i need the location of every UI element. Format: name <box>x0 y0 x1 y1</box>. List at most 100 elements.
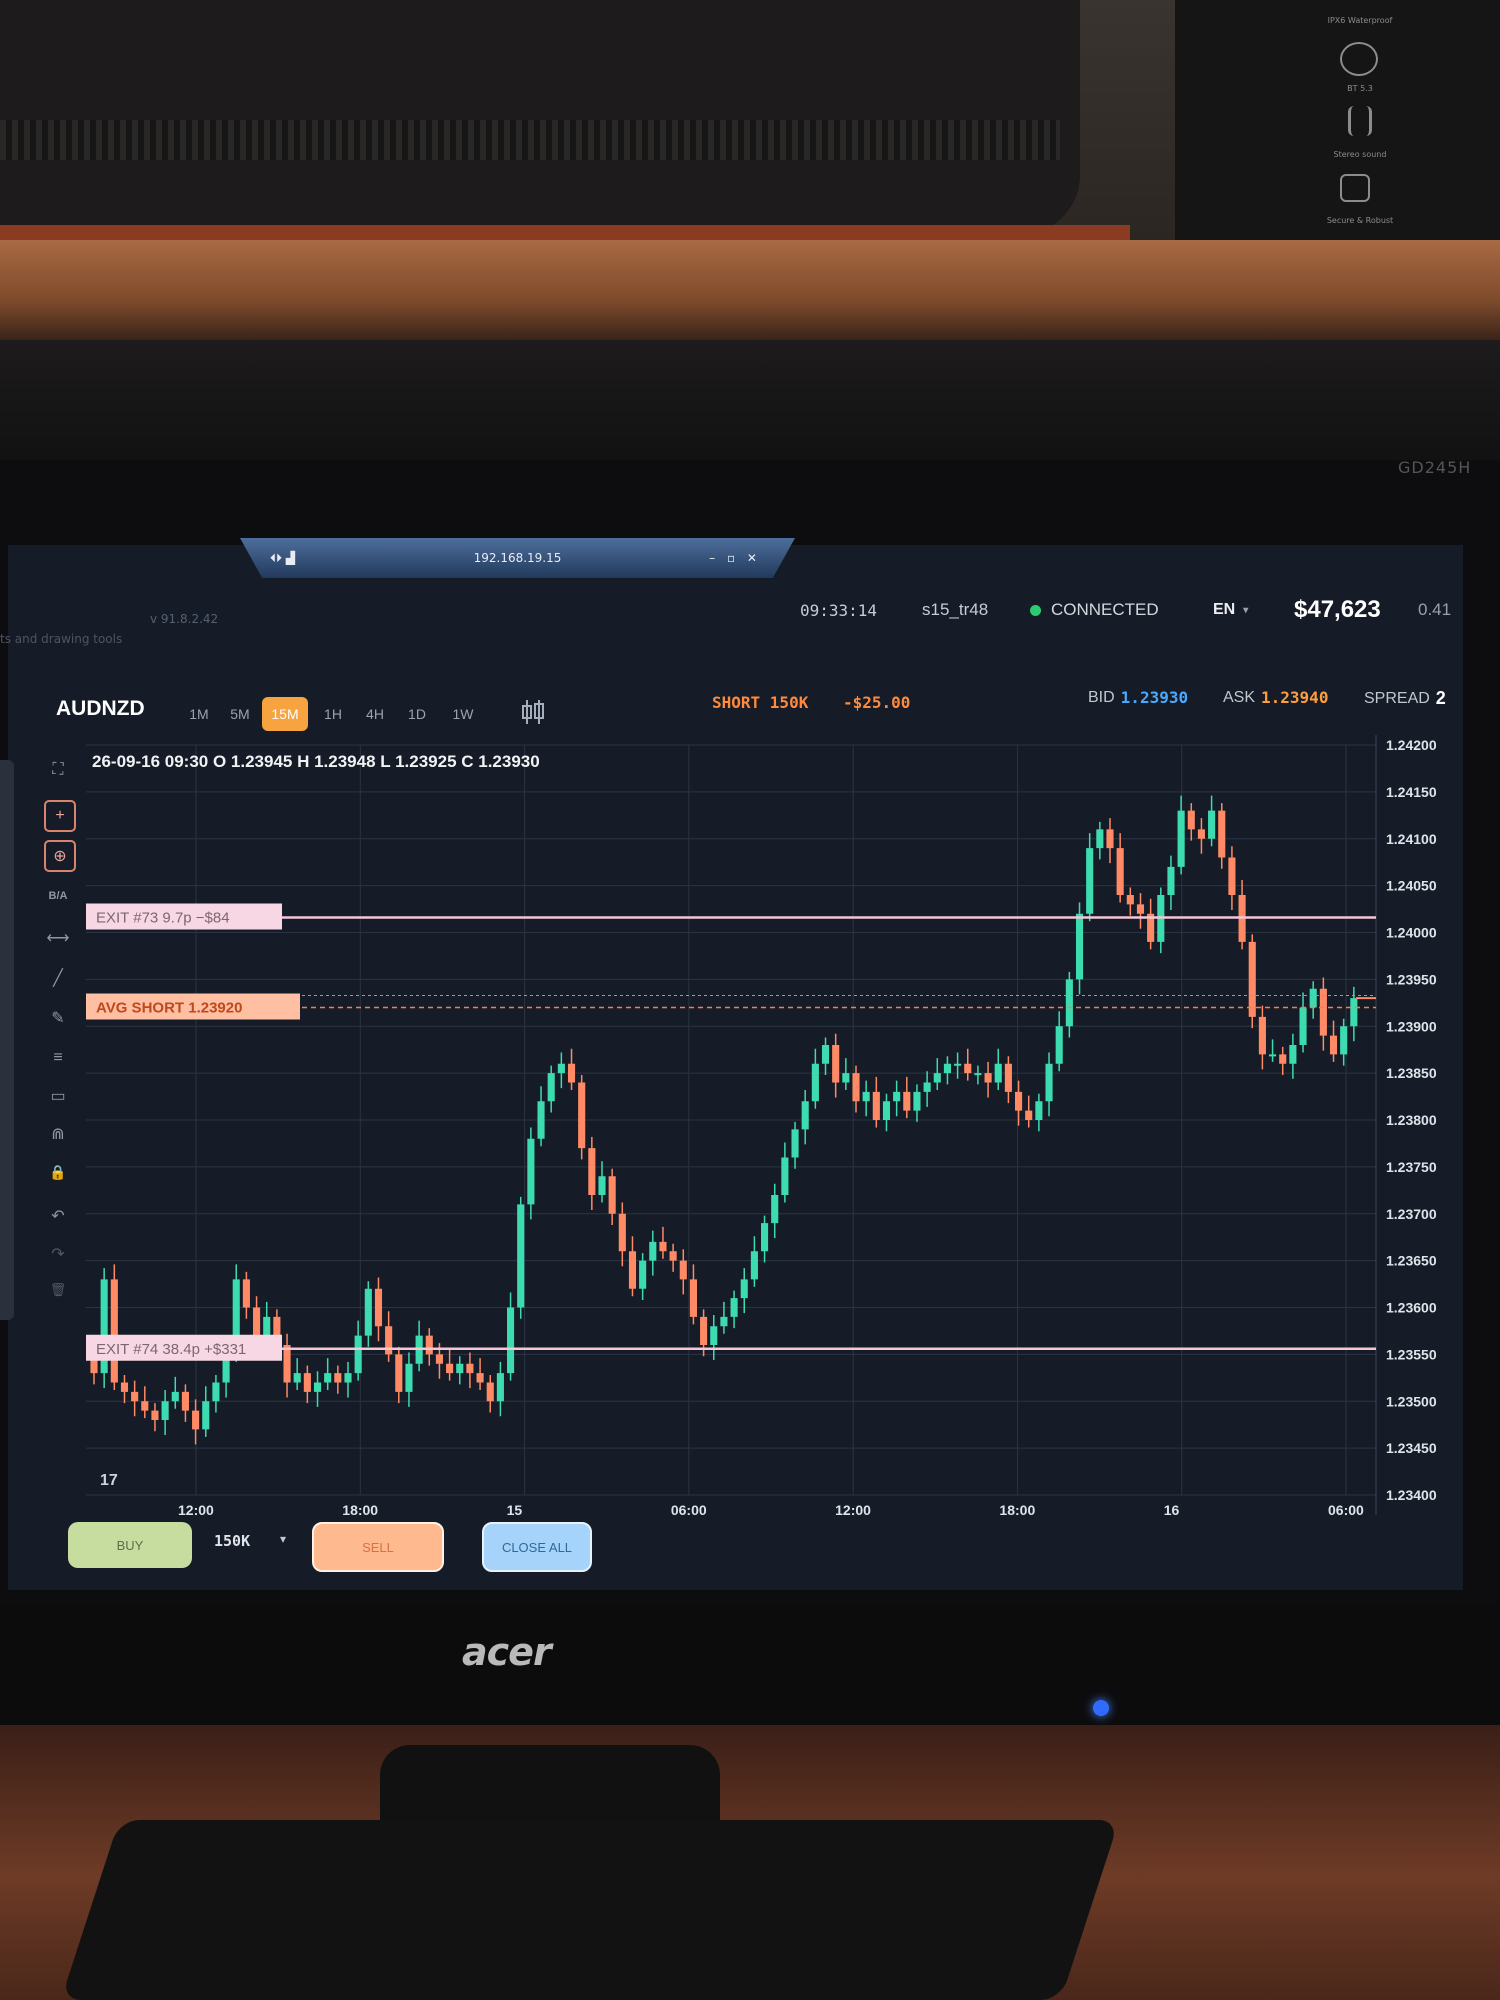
candle-body <box>862 1091 870 1102</box>
horizontal-line-icon[interactable]: ⟷ <box>40 924 76 952</box>
candle-body <box>1299 1007 1307 1045</box>
candle-body <box>1167 866 1175 895</box>
exit-tag-label: EXIT #73 9.7p −$84 <box>96 910 230 927</box>
candle-body <box>486 1382 494 1402</box>
time-axis-label: 18:00 <box>342 1502 378 1518</box>
timeframe-1h[interactable]: 1H <box>318 697 348 731</box>
fibonacci-icon[interactable]: ≡ <box>40 1044 76 1072</box>
quantity-select[interactable]: 150K <box>214 1532 250 1550</box>
candle-body <box>781 1157 789 1195</box>
candle-body <box>354 1335 362 1374</box>
candle-body <box>263 1316 271 1336</box>
add-icon[interactable]: ⊕ <box>44 840 76 872</box>
close-all-button[interactable]: CLOSE ALL <box>482 1522 592 1572</box>
candle-body <box>181 1391 189 1411</box>
rectangle-icon[interactable]: ▭ <box>40 1082 76 1110</box>
price-axis-label: 1.23800 <box>1386 1112 1437 1128</box>
account-balance: $47,623 <box>1294 596 1381 623</box>
timeframe-4h[interactable]: 4H <box>360 697 390 731</box>
undo-icon[interactable]: ↶ <box>40 1202 76 1230</box>
price-axis-label: 1.24100 <box>1386 831 1437 847</box>
candle-body <box>364 1288 372 1336</box>
fullscreen-icon[interactable]: ⛶ <box>40 756 76 784</box>
product-box <box>1175 0 1500 240</box>
time-axis-label: 12:00 <box>835 1502 871 1518</box>
candle-body <box>202 1401 210 1430</box>
candle-body <box>649 1241 657 1261</box>
bid-value: 1.23930 <box>1120 688 1189 707</box>
candle-body <box>547 1073 555 1102</box>
candle-body <box>1329 1035 1338 1055</box>
symbol-name[interactable]: AUDNZD <box>56 697 145 721</box>
chevron-down-icon[interactable]: ▾ <box>280 1532 286 1546</box>
monitor-bezel-top <box>0 340 1500 480</box>
candle-body <box>842 1073 850 1083</box>
price-axis-label: 1.23900 <box>1386 1018 1437 1034</box>
candle-body <box>700 1316 708 1345</box>
candle-body <box>821 1045 830 1064</box>
remote-desktop-bar[interactable]: ⏴⏵ ▟ 192.168.19.15 – ▫ ✕ <box>240 538 795 578</box>
candle-body <box>1269 1054 1277 1057</box>
candle-body <box>1045 1063 1053 1102</box>
candle-body <box>385 1326 393 1355</box>
bid-ask-toggle[interactable]: B/A <box>40 882 76 910</box>
power-icon[interactable] <box>1093 1700 1109 1716</box>
side-panel-handle[interactable] <box>0 760 14 1320</box>
monitor-brand-logo: acer <box>462 1630 552 1674</box>
trend-line-icon[interactable]: ╱ <box>40 964 76 992</box>
box-label-bt: BT 5.3 <box>1347 84 1373 93</box>
candle-body <box>964 1063 972 1074</box>
monitor-stand-base <box>60 1820 1120 2000</box>
candle-body <box>943 1063 951 1074</box>
candle-body <box>974 1073 982 1076</box>
price-axis-label: 1.23450 <box>1386 1440 1437 1456</box>
candle-body <box>110 1279 118 1383</box>
ask-label: ASK <box>1223 688 1256 706</box>
redo-icon[interactable]: ↷ <box>40 1240 76 1268</box>
candle-body <box>1309 988 1317 1008</box>
candle-body <box>1116 848 1124 895</box>
brush-icon[interactable]: ✎ <box>40 1004 76 1032</box>
trash-icon[interactable]: 🗑 <box>40 1276 76 1304</box>
candle-body <box>1015 1091 1023 1111</box>
candle-body <box>496 1373 504 1402</box>
timeframe-1w[interactable]: 1W <box>446 697 480 731</box>
candle-body <box>1075 913 1084 980</box>
candle-body <box>192 1410 200 1430</box>
rdp-window-controls[interactable]: – ▫ ✕ <box>709 551 761 565</box>
timeframe-1m[interactable]: 1M <box>184 697 214 731</box>
candle-body <box>1136 904 1145 914</box>
time-axis-label: 12:00 <box>178 1502 214 1518</box>
candlestick-icon[interactable] <box>518 697 548 727</box>
candle-body <box>852 1073 860 1102</box>
candle-body <box>791 1129 799 1158</box>
candle-body <box>131 1391 139 1402</box>
candle-body <box>212 1382 220 1402</box>
candle-body <box>1065 979 1073 1027</box>
avg-price-tag-label: AVG SHORT 1.23920 <box>96 1000 242 1017</box>
price-chart[interactable]: 1.24200 1.24150 1.24100 1.24050 1.24000 1.239… <box>86 735 1466 1525</box>
timeframe-5m[interactable]: 5M <box>226 697 254 731</box>
candle-body <box>1096 829 1104 849</box>
tools-hint: ts and drawing tools <box>0 632 123 646</box>
lock-icon[interactable]: 🔒 <box>40 1158 76 1186</box>
spread-value: 2 <box>1435 688 1446 708</box>
candle-body <box>761 1223 769 1252</box>
buy-button[interactable]: BUY <box>68 1522 192 1568</box>
crosshair-icon[interactable]: + <box>44 800 76 832</box>
magnet-icon[interactable]: ⋒ <box>40 1120 76 1148</box>
candle-body <box>1004 1063 1012 1092</box>
candle-body <box>395 1354 403 1392</box>
app-version: v 91.8.2.42 <box>150 612 219 626</box>
language-select[interactable]: EN ▾ <box>1213 595 1248 625</box>
sell-button[interactable]: SELL <box>312 1522 444 1572</box>
candle-body <box>1086 848 1094 914</box>
timeframe-1d[interactable]: 1D <box>402 697 432 731</box>
bag-zipper <box>0 120 1060 160</box>
price-axis-label: 1.24050 <box>1386 878 1437 894</box>
candle-body <box>557 1063 565 1074</box>
candle-body <box>324 1373 332 1383</box>
timeframe-15m[interactable]: 15M <box>262 697 308 731</box>
candle-body <box>1106 829 1114 849</box>
connection-dot-icon <box>1030 604 1041 616</box>
